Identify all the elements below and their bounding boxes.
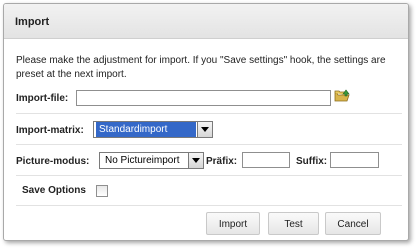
import-matrix-value: Standardimport	[96, 122, 196, 137]
import-matrix-label: Import-matrix:	[16, 125, 84, 136]
prefix-label: Präfix:	[206, 156, 238, 167]
save-options-label: Save Options	[22, 185, 86, 196]
picture-modus-select[interactable]: No Pictureimport	[99, 152, 204, 169]
separator	[16, 175, 402, 176]
save-options-checkbox[interactable]	[96, 185, 108, 197]
import-button[interactable]: Import	[206, 212, 260, 235]
dialog-titlebar[interactable]: Import	[4, 4, 408, 39]
import-dialog: Import Please make the adjustment for im…	[3, 3, 409, 241]
separator	[16, 113, 402, 114]
test-button[interactable]: Test	[268, 212, 319, 235]
chevron-down-icon[interactable]	[188, 153, 203, 168]
suffix-input[interactable]	[330, 152, 379, 168]
import-matrix-select[interactable]: Standardimport	[93, 121, 213, 138]
separator	[16, 144, 402, 145]
suffix-label: Suffix:	[296, 156, 328, 167]
dialog-title: Import	[15, 16, 50, 28]
import-file-label: Import-file:	[16, 93, 69, 104]
separator	[16, 205, 402, 206]
import-file-input[interactable]	[76, 90, 331, 106]
folder-open-icon[interactable]	[334, 89, 350, 103]
picture-modus-label: Picture-modus:	[16, 156, 90, 167]
cancel-button[interactable]: Cancel	[325, 212, 381, 235]
chevron-down-icon[interactable]	[197, 122, 212, 137]
prefix-input[interactable]	[242, 152, 290, 168]
intro-text: Please make the adjustment for import. I…	[16, 55, 386, 80]
picture-modus-value: No Pictureimport	[105, 155, 180, 166]
